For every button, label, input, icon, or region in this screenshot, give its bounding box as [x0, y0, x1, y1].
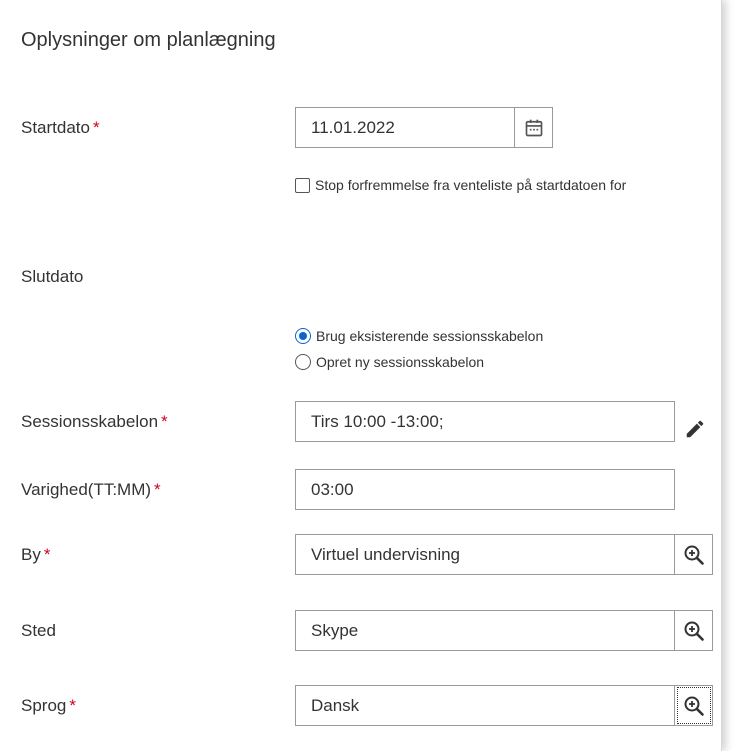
place-lookup-button[interactable]	[675, 610, 713, 651]
session-template-label: Sessionsskabelon *	[21, 412, 168, 431]
required-marker: *	[154, 480, 161, 499]
required-marker: *	[43, 545, 51, 564]
radio-create-new-template[interactable]: Opret ny sessionsskabelon	[295, 354, 484, 370]
city-lookup-button[interactable]	[675, 534, 713, 575]
language-input[interactable]	[295, 685, 675, 726]
city-label: By *	[21, 545, 51, 564]
language-label: Sprog *	[21, 696, 76, 715]
required-marker: *	[93, 118, 100, 137]
stop-promotion-label: Stop forfremmelse fra venteliste på star…	[315, 177, 627, 193]
section-title: Oplysninger om planlægning	[21, 29, 276, 51]
zoom-in-icon	[684, 545, 704, 565]
session-template-input[interactable]	[295, 401, 675, 442]
radio-use-existing-template[interactable]: Brug eksisterende sessionsskabelon	[295, 328, 543, 344]
place-label: Sted	[21, 621, 56, 640]
radio-button[interactable]	[295, 354, 311, 370]
radio-label: Opret ny sessionsskabelon	[316, 354, 485, 370]
city-input[interactable]	[295, 534, 675, 575]
calendar-icon	[525, 119, 542, 136]
required-marker: *	[161, 412, 168, 431]
duration-input[interactable]	[295, 469, 675, 510]
calendar-button[interactable]	[515, 107, 553, 148]
zoom-in-icon	[684, 696, 704, 716]
scheduling-panel: Oplysninger om planlægning Startdato* St…	[0, 0, 722, 751]
stop-promotion-checkbox[interactable]	[295, 177, 310, 193]
start-date-label: Startdato *	[21, 118, 100, 137]
radio-label: Brug eksisterende sessionsskabelon	[316, 328, 544, 344]
required-marker: *	[69, 696, 76, 715]
zoom-in-icon	[684, 621, 704, 641]
pencil-icon[interactable]	[684, 418, 706, 440]
radio-button-selected[interactable]	[295, 328, 311, 344]
language-lookup-button[interactable]	[675, 685, 713, 726]
stop-promotion-row[interactable]: Stop forfremmelse fra venteliste på star…	[295, 177, 626, 193]
start-date-input[interactable]	[295, 107, 515, 148]
end-date-label: Slutdato	[21, 267, 84, 286]
place-input[interactable]	[295, 610, 675, 651]
duration-label: Varighed(TT:MM) *	[21, 480, 161, 499]
